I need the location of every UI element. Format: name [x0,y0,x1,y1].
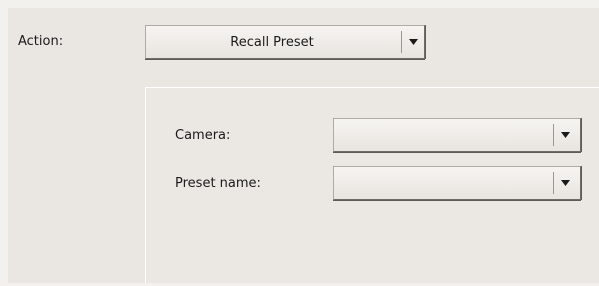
chevron-down-icon[interactable] [558,119,572,151]
dropdown-separator [553,124,554,146]
chevron-down-icon[interactable] [558,167,572,199]
action-settings-pane: Action: Recall Preset Camera: Preset nam… [0,0,599,286]
action-dropdown[interactable]: Recall Preset [145,25,425,59]
camera-dropdown-value [334,119,554,151]
preset-name-dropdown[interactable] [333,166,581,200]
preset-name-label: Preset name: [175,176,261,191]
chevron-down-icon[interactable] [406,26,420,58]
preset-name-dropdown-value [334,167,554,199]
dropdown-separator [401,31,402,53]
top-border [0,0,599,8]
camera-dropdown[interactable] [333,118,581,152]
camera-label: Camera: [175,128,231,143]
dropdown-separator [553,172,554,194]
left-border [0,0,8,286]
action-label: Action: [18,34,64,49]
action-dropdown-value: Recall Preset [230,34,314,50]
